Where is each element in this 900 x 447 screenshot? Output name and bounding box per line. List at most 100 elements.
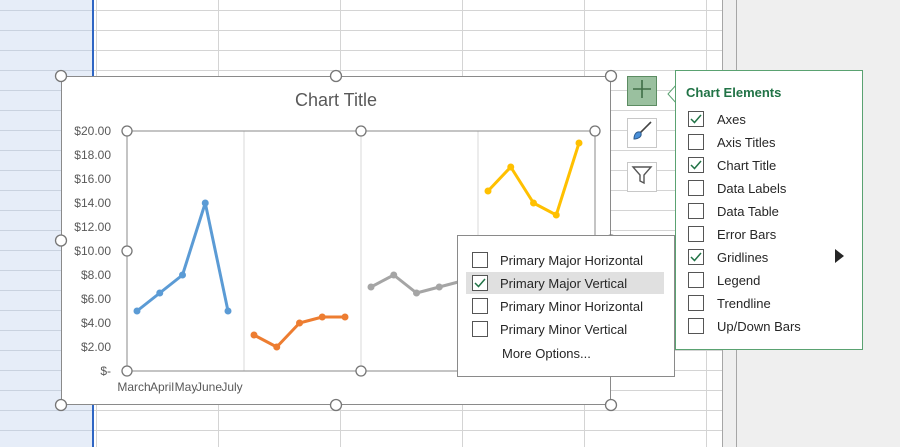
data-point[interactable]: [435, 283, 443, 291]
checkbox[interactable]: [688, 249, 704, 265]
chart-resize-handle[interactable]: [54, 69, 68, 83]
chart-elements-title: Chart Elements: [686, 85, 782, 100]
y-tick-label: $4.00: [81, 316, 111, 330]
chart-element-label: Data Table: [717, 203, 779, 219]
checkbox[interactable]: [688, 203, 704, 219]
series-1[interactable]: [133, 199, 232, 315]
checkbox[interactable]: [688, 226, 704, 242]
y-tick-label: $12.00: [74, 220, 111, 234]
data-point[interactable]: [133, 307, 141, 315]
checkbox[interactable]: [688, 111, 704, 127]
chart-element-axis-titles[interactable]: Axis Titles: [688, 132, 776, 152]
chart-resize-handle[interactable]: [54, 398, 68, 412]
filter-icon: [631, 164, 653, 191]
data-point[interactable]: [273, 343, 281, 351]
more-options-link[interactable]: More Options...: [466, 342, 664, 364]
chart-resize-handle[interactable]: [604, 398, 618, 412]
checkbox[interactable]: [688, 318, 704, 334]
chart-element-error-bars[interactable]: Error Bars: [688, 224, 776, 244]
chart-resize-handle[interactable]: [54, 234, 68, 247]
chart-resize-handle[interactable]: [329, 69, 343, 83]
chart-element-gridlines[interactable]: Gridlines: [688, 247, 768, 267]
chart-element-axes[interactable]: Axes: [688, 109, 746, 129]
data-point[interactable]: [341, 313, 349, 321]
checkbox[interactable]: [688, 295, 704, 311]
chart-resize-handle[interactable]: [329, 398, 343, 412]
plot-resize-handle[interactable]: [121, 365, 133, 377]
data-point[interactable]: [390, 271, 398, 279]
chart-element-chart-title[interactable]: Chart Title: [688, 155, 776, 175]
checkbox[interactable]: [472, 252, 488, 268]
series-2[interactable]: [250, 313, 349, 351]
checkbox[interactable]: [688, 180, 704, 196]
y-tick-label: $-: [100, 364, 111, 378]
plot-resize-handle[interactable]: [121, 125, 133, 137]
gridlines: [243, 131, 479, 371]
data-point[interactable]: [530, 199, 537, 207]
gridline-option-primary-minor-vertical[interactable]: Primary Minor Vertical: [466, 318, 664, 340]
checkbox[interactable]: [688, 272, 704, 288]
data-point[interactable]: [484, 187, 492, 195]
y-tick-label: $6.00: [81, 292, 111, 306]
x-tick-label: April: [150, 380, 174, 394]
chart-title[interactable]: Chart Title: [61, 90, 611, 111]
chart-element-label: Axes: [717, 111, 746, 127]
series-3[interactable]: [367, 271, 466, 297]
chart-element-label: Chart Title: [717, 157, 777, 173]
y-tick-label: $20.00: [74, 124, 111, 138]
y-tick-label: $14.00: [74, 196, 111, 210]
data-point[interactable]: [318, 313, 326, 321]
data-point[interactable]: [224, 307, 232, 315]
gridline-option-primary-minor-horizontal[interactable]: Primary Minor Horizontal: [466, 295, 664, 317]
data-point[interactable]: [250, 331, 258, 339]
data-point[interactable]: [156, 289, 164, 297]
plot-resize-handle[interactable]: [355, 365, 367, 377]
chart-styles-button[interactable]: [627, 118, 657, 148]
checkbox[interactable]: [472, 321, 488, 337]
gridline-option-label: Primary Major Horizontal: [500, 252, 644, 268]
plot-resize-handle[interactable]: [355, 125, 367, 137]
data-point[interactable]: [507, 163, 515, 171]
gridline-option-label: Primary Minor Horizontal: [500, 298, 644, 314]
brush-icon: [631, 120, 653, 147]
chart-filters-button[interactable]: [627, 162, 657, 192]
gridline-option-primary-major-horizontal[interactable]: Primary Major Horizontal: [466, 249, 664, 271]
plot-resize-handle[interactable]: [121, 245, 133, 257]
chart-element-legend[interactable]: Legend: [688, 270, 760, 290]
chart-element-data-labels[interactable]: Data Labels: [688, 178, 786, 198]
checkbox[interactable]: [472, 275, 488, 291]
chart-element-label: Error Bars: [717, 226, 777, 242]
data-point[interactable]: [575, 139, 583, 147]
plus-icon: [631, 78, 653, 105]
data-point[interactable]: [201, 199, 209, 207]
chart-element-trendline[interactable]: Trendline: [688, 293, 771, 313]
checkbox[interactable]: [688, 134, 704, 150]
plot-resize-handle[interactable]: [589, 125, 601, 137]
series-4[interactable]: [484, 139, 583, 219]
chart-element-label: Data Labels: [717, 180, 787, 196]
chart-elements-button[interactable]: [627, 76, 657, 106]
series-line[interactable]: [135, 201, 230, 313]
x-axis-ticks: March April MayJune July: [117, 380, 242, 394]
checkbox[interactable]: [688, 157, 704, 173]
gridline-option-primary-major-vertical[interactable]: Primary Major Vertical: [466, 272, 664, 294]
data-point[interactable]: [367, 283, 375, 291]
checkbox[interactable]: [472, 298, 488, 314]
y-tick-label: $18.00: [74, 148, 111, 162]
data-point[interactable]: [413, 289, 420, 297]
y-tick-label: $16.00: [74, 172, 111, 186]
submenu-arrow-icon[interactable]: [835, 249, 845, 268]
x-tick-label: July: [221, 380, 242, 394]
chart-elements-panel: Chart Elements Axes Axis Titles Chart Titl…: [675, 70, 863, 350]
chart-resize-handle[interactable]: [604, 69, 618, 83]
chart-element-up-down-bars[interactable]: Up/Down Bars: [688, 316, 801, 336]
gridlines-submenu: Primary Major Horizontal Primary Major Ve…: [457, 235, 675, 377]
gridline-option-label: Primary Minor Vertical: [500, 321, 628, 337]
data-point[interactable]: [179, 271, 186, 279]
data-point[interactable]: [552, 211, 560, 219]
gridline-option-label: Primary Major Vertical: [500, 275, 628, 291]
data-point[interactable]: [296, 319, 303, 327]
chart-element-data-table[interactable]: Data Table: [688, 201, 779, 221]
x-tick-label: May: [175, 380, 198, 394]
x-tick-label: June: [196, 380, 222, 394]
